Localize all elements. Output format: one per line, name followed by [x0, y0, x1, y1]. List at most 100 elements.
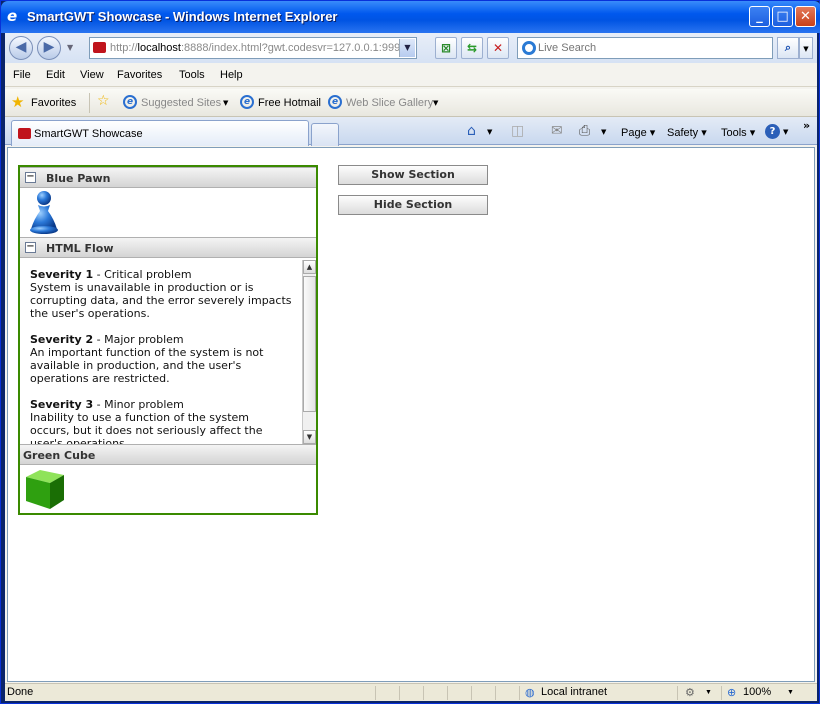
help-icon[interactable]: ? — [765, 124, 780, 139]
zoom-dropdown-icon[interactable]: ▼ — [787, 689, 794, 696]
web-slice-dropdown-icon[interactable]: ▼ — [433, 99, 438, 107]
status-divider — [721, 686, 722, 700]
collapse-toggle-icon[interactable]: − — [25, 242, 36, 253]
collapse-toggle-icon[interactable]: − — [25, 172, 36, 183]
severity-title: Severity 3 — [30, 398, 94, 411]
section-header-blue-pawn[interactable]: − Blue Pawn — [20, 167, 316, 188]
section-title-green-cube: Green Cube — [23, 449, 96, 462]
print-icon[interactable]: ⎙ — [579, 123, 590, 139]
maximize-button[interactable]: □ — [772, 6, 793, 27]
zoom-icon: ⊕ — [727, 687, 737, 699]
search-box[interactable] — [517, 37, 773, 59]
home-icon[interactable]: ⌂ — [467, 123, 476, 139]
bing-icon — [522, 41, 536, 55]
favorites-bar: ★ Favorites ☆ e Suggested Sites ▼ e Free… — [5, 89, 817, 117]
free-hotmail-link[interactable]: Free Hotmail — [258, 97, 321, 109]
severity-body: System is unavailable in production or i… — [30, 281, 292, 320]
hide-section-button[interactable]: Hide Section — [338, 195, 488, 215]
address-dropdown-icon[interactable]: ▼ — [399, 39, 415, 57]
browser-window: e SmartGWT Showcase - Windows Internet E… — [0, 0, 820, 704]
show-section-button[interactable]: Show Section — [338, 165, 488, 185]
menu-view[interactable]: View — [80, 69, 104, 81]
new-tab-button[interactable] — [311, 123, 339, 146]
scroll-down-icon[interactable]: ▼ — [303, 430, 316, 444]
protected-mode-dropdown-icon[interactable]: ▼ — [705, 689, 712, 696]
web-slice-gallery-link[interactable]: Web Slice Gallery — [346, 97, 433, 109]
severity-title: Severity 1 — [30, 268, 94, 281]
favorites-button[interactable]: Favorites — [31, 97, 76, 109]
suggested-sites-dropdown-icon[interactable]: ▼ — [223, 99, 228, 107]
severity-title: Severity 2 — [30, 333, 94, 346]
chevron-more-icon[interactable]: » — [803, 119, 810, 132]
hotmail-icon: e — [240, 95, 254, 109]
scroll-up-icon[interactable]: ▲ — [303, 260, 316, 274]
intranet-globe-icon: ◍ — [525, 687, 535, 699]
status-divider — [423, 686, 424, 700]
severity-body: Inability to use a function of the syste… — [30, 411, 263, 444]
favbar-divider — [89, 93, 90, 113]
compatibility-view-icon[interactable]: ⊠ — [435, 37, 457, 59]
feeds-icon[interactable]: ◫ — [511, 123, 524, 139]
severity-item: Severity 3 - Minor problem Inability to u… — [30, 398, 292, 444]
zoom-level[interactable]: 100% — [743, 686, 771, 698]
section-header-green-cube[interactable]: Green Cube — [20, 444, 316, 465]
ie-logo-icon: e — [7, 7, 18, 25]
read-mail-icon[interactable]: ✉ — [551, 123, 563, 139]
page-menu[interactable]: Page ▾ — [621, 126, 655, 139]
help-dropdown-icon[interactable]: ▼ — [783, 128, 788, 136]
scroll-thumb[interactable] — [303, 276, 316, 412]
menu-edit[interactable]: Edit — [46, 69, 65, 81]
add-to-favorites-icon[interactable]: ☆ — [97, 93, 110, 109]
section-stack: − Blue Pawn − HTML Flow Severity 1 - Cri… — [18, 165, 318, 515]
stop-icon[interactable]: ✕ — [487, 37, 509, 59]
tools-menu[interactable]: Tools ▾ — [721, 126, 755, 139]
site-favicon-icon — [93, 42, 106, 53]
section-header-html-flow[interactable]: − HTML Flow — [20, 237, 316, 258]
url-text: http://localhost:8888/index.html?gwt.cod… — [110, 42, 400, 54]
title-bar[interactable]: e SmartGWT Showcase - Windows Internet E… — [1, 1, 820, 33]
vertical-scrollbar[interactable]: ▲ ▼ — [302, 260, 316, 444]
close-window-button[interactable]: ✕ — [795, 6, 816, 27]
tab-bar: SmartGWT Showcase ⌂ ▼ ◫ ✉ ⎙ ▼ Page ▾ Saf… — [5, 117, 817, 146]
back-button[interactable]: ◀ — [9, 36, 33, 60]
url-host: localhost — [137, 42, 181, 54]
status-divider — [519, 686, 520, 700]
forward-button[interactable]: ▶ — [37, 36, 61, 60]
menu-bar: File Edit View Favorites Tools Help — [5, 65, 817, 87]
url-rest: :8888/index.html?gwt.codesvr=127.0.0.1:9… — [180, 42, 401, 54]
severity-item: Severity 1 - Critical problem System is u… — [30, 268, 292, 320]
severity-subtitle: - Major problem — [93, 333, 184, 346]
search-options-dropdown-icon[interactable]: ▼ — [799, 37, 813, 59]
status-text: Done — [7, 686, 34, 698]
menu-help[interactable]: Help — [220, 69, 243, 81]
refresh-icon[interactable]: ⇆ — [461, 37, 483, 59]
home-dropdown-icon[interactable]: ▼ — [487, 128, 492, 136]
menu-tools[interactable]: Tools — [179, 69, 205, 81]
safety-menu[interactable]: Safety ▾ — [667, 126, 707, 139]
address-field[interactable]: http://localhost:8888/index.html?gwt.cod… — [89, 37, 417, 59]
menu-file[interactable]: File — [13, 69, 31, 81]
severity-subtitle: - Critical problem — [93, 268, 192, 281]
security-zone[interactable]: Local intranet — [541, 686, 607, 698]
tab-title: SmartGWT Showcase — [34, 128, 143, 140]
protected-mode-icon[interactable]: ⚙ — [685, 686, 695, 699]
suggested-sites-icon: e — [123, 95, 137, 109]
menu-favorites[interactable]: Favorites — [117, 69, 162, 81]
blue-pawn-image — [30, 191, 58, 234]
page-content: − Blue Pawn − HTML Flow Severity 1 - Cri… — [7, 147, 815, 682]
severity-subtitle: - Minor problem — [93, 398, 184, 411]
tab-smartgwt-showcase[interactable]: SmartGWT Showcase — [11, 120, 309, 146]
page-menu-label: Page — [621, 127, 647, 139]
window-title: SmartGWT Showcase - Windows Internet Exp… — [27, 9, 338, 24]
tools-menu-label: Tools — [721, 127, 747, 139]
search-icon[interactable]: ⌕ — [777, 37, 799, 59]
status-divider — [495, 686, 496, 700]
recent-pages-dropdown-icon[interactable]: ▼ — [67, 43, 73, 52]
minimize-button[interactable]: _ — [749, 6, 770, 27]
html-flow-pane[interactable]: Severity 1 - Critical problem System is u… — [20, 260, 316, 444]
status-divider — [447, 686, 448, 700]
search-input[interactable] — [538, 40, 768, 56]
favorites-star-icon: ★ — [11, 93, 25, 111]
suggested-sites-link[interactable]: Suggested Sites — [141, 97, 221, 109]
print-dropdown-icon[interactable]: ▼ — [601, 128, 606, 136]
